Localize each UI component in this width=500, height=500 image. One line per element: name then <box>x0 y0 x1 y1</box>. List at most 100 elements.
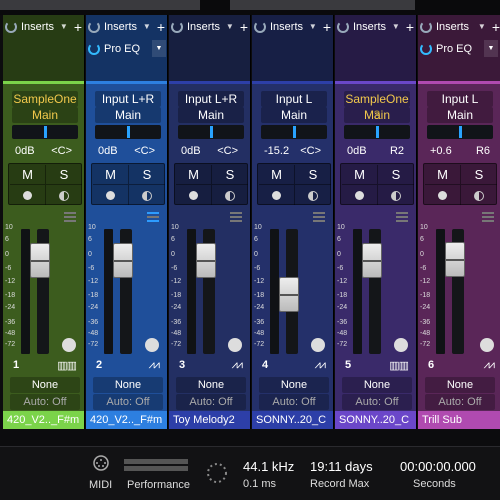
output-selector[interactable]: None <box>342 377 412 393</box>
inserts-header[interactable]: Inserts ▼ + <box>88 18 165 35</box>
pan-slider[interactable] <box>344 125 410 139</box>
chevron-down-icon[interactable]: ▼ <box>152 40 166 57</box>
volume-fader[interactable] <box>30 243 50 278</box>
solo-button[interactable]: S <box>378 165 414 185</box>
mute-button[interactable]: M <box>259 165 295 185</box>
mute-button[interactable]: M <box>10 165 46 185</box>
input-source-sub[interactable]: Main <box>427 107 493 123</box>
output-selector[interactable]: None <box>259 377 329 393</box>
record-arm-button[interactable] <box>93 185 129 205</box>
pan-value[interactable]: <C> <box>134 145 155 159</box>
volume-value[interactable]: +0.6 <box>430 145 452 159</box>
record-arm-button[interactable] <box>176 185 212 205</box>
channel-name[interactable]: SONNY..20_C <box>335 411 416 429</box>
volume-fader[interactable] <box>279 277 299 313</box>
automation-mode[interactable]: Auto: Off <box>10 394 80 410</box>
power-icon[interactable] <box>171 20 183 33</box>
pan-slider[interactable] <box>95 125 161 139</box>
input-source[interactable]: Input L+R <box>95 91 161 107</box>
send-knob-icon[interactable] <box>62 338 76 352</box>
automation-mode[interactable]: Auto: Off <box>93 394 163 410</box>
monitor-button[interactable] <box>212 185 248 205</box>
insert-slot[interactable]: Pro EQ ▼ <box>88 40 166 57</box>
power-icon[interactable] <box>337 20 349 33</box>
automation-mode[interactable]: Auto: Off <box>425 394 495 410</box>
monitor-button[interactable] <box>46 185 82 205</box>
volume-fader[interactable] <box>445 241 465 277</box>
channel-name[interactable]: SONNY..20_C <box>252 411 333 429</box>
expand-icon[interactable] <box>482 212 494 222</box>
expand-icon[interactable] <box>64 212 76 222</box>
monitor-button[interactable] <box>378 185 414 205</box>
input-source[interactable]: SampleOne 3 <box>344 91 410 122</box>
pan-slider[interactable] <box>261 125 327 139</box>
channel-name[interactable]: Trill Sub <box>418 411 500 429</box>
chevron-down-icon[interactable]: ▼ <box>484 40 498 57</box>
power-icon[interactable] <box>5 20 17 33</box>
channel-name[interactable]: 420_V2.._F#m <box>3 411 84 429</box>
inserts-header[interactable]: Inserts ▼ + <box>420 18 500 35</box>
expand-icon[interactable] <box>147 212 159 222</box>
dropdown-arrow-icon[interactable]: ▼ <box>226 22 234 31</box>
inserts-header[interactable]: Inserts ▼ + <box>5 18 82 35</box>
pan-value[interactable]: <C> <box>217 145 238 159</box>
volume-value[interactable]: 0dB <box>98 145 118 159</box>
add-insert-icon[interactable]: + <box>492 20 500 34</box>
volume-value[interactable]: -15.2 <box>264 145 289 159</box>
volume-fader[interactable] <box>196 243 216 278</box>
inserts-header[interactable]: Inserts ▼ + <box>254 18 331 35</box>
output-selector[interactable]: None <box>425 377 495 393</box>
expand-icon[interactable] <box>396 212 408 222</box>
expand-icon[interactable] <box>230 212 242 222</box>
send-knob-icon[interactable] <box>394 338 408 352</box>
add-insert-icon[interactable]: + <box>240 20 248 34</box>
solo-button[interactable]: S <box>129 165 165 185</box>
inserts-header[interactable]: Inserts ▼ + <box>171 18 248 35</box>
solo-button[interactable]: S <box>295 165 331 185</box>
mute-button[interactable]: M <box>176 165 212 185</box>
pan-value[interactable]: R6 <box>476 145 490 159</box>
send-knob-icon[interactable] <box>228 338 242 352</box>
input-source-sub[interactable]: Main <box>178 107 244 123</box>
monitor-button[interactable] <box>129 185 165 205</box>
power-icon[interactable] <box>420 42 432 55</box>
power-icon[interactable] <box>420 20 432 33</box>
dropdown-arrow-icon[interactable]: ▼ <box>392 22 400 31</box>
pan-value[interactable]: <C> <box>300 145 321 159</box>
dropdown-arrow-icon[interactable]: ▼ <box>60 22 68 31</box>
add-insert-icon[interactable]: + <box>157 20 165 34</box>
solo-button[interactable]: S <box>461 165 497 185</box>
volume-value[interactable]: 0dB <box>347 145 367 159</box>
expand-icon[interactable] <box>313 212 325 222</box>
volume-fader[interactable] <box>113 243 133 278</box>
mute-button[interactable]: M <box>425 165 461 185</box>
sample-rate[interactable]: 44.1 kHz <box>243 459 294 474</box>
midi-icon[interactable] <box>90 455 112 471</box>
output-selector[interactable]: None <box>93 377 163 393</box>
monitor-button[interactable] <box>461 185 497 205</box>
solo-button[interactable]: S <box>46 165 82 185</box>
automation-mode[interactable]: Auto: Off <box>342 394 412 410</box>
time-display[interactable]: 00:00:00.000 <box>400 459 476 474</box>
output-selector[interactable]: None <box>10 377 80 393</box>
add-insert-icon[interactable]: + <box>74 20 82 34</box>
pan-slider[interactable] <box>178 125 244 139</box>
power-icon[interactable] <box>88 20 100 33</box>
automation-mode[interactable]: Auto: Off <box>176 394 246 410</box>
record-arm-button[interactable] <box>342 185 378 205</box>
pan-value[interactable]: <C> <box>51 145 72 159</box>
add-insert-icon[interactable]: + <box>406 20 414 34</box>
monitor-button[interactable] <box>295 185 331 205</box>
mute-button[interactable]: M <box>93 165 129 185</box>
input-source[interactable]: SampleOne <box>12 91 78 107</box>
record-arm-button[interactable] <box>10 185 46 205</box>
input-source-sub[interactable]: Main <box>95 107 161 123</box>
add-insert-icon[interactable]: + <box>323 20 331 34</box>
input-source-sub[interactable]: Main <box>12 107 78 123</box>
send-knob-icon[interactable] <box>480 338 494 352</box>
record-arm-button[interactable] <box>259 185 295 205</box>
pan-slider[interactable] <box>12 125 78 139</box>
pan-slider[interactable] <box>427 125 493 139</box>
volume-value[interactable]: 0dB <box>181 145 201 159</box>
volume-value[interactable]: 0dB <box>15 145 35 159</box>
